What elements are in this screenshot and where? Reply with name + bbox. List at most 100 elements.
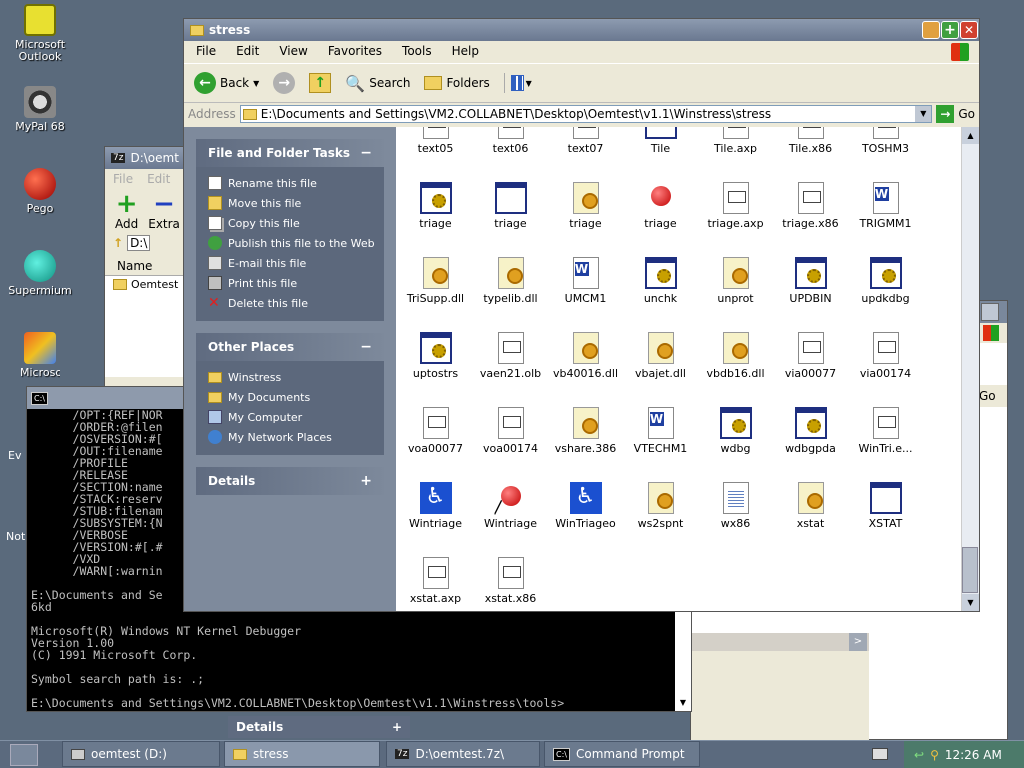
- place-my-network[interactable]: My Network Places: [208, 427, 384, 447]
- scroll-right-button[interactable]: >: [849, 633, 867, 651]
- file-item[interactable]: triage: [623, 182, 698, 230]
- 7zip-window[interactable]: 7z D:\oemt File Edit + Add − Extra ↑ D:\…: [104, 146, 188, 390]
- task-publish[interactable]: Publish this file to the Web: [208, 233, 384, 253]
- details-header[interactable]: Details +: [196, 467, 384, 495]
- file-item[interactable]: unchk: [623, 257, 698, 305]
- 7zip-menu-edit[interactable]: Edit: [147, 172, 170, 186]
- file-item[interactable]: TriSupp.dll: [398, 257, 473, 305]
- file-item[interactable]: uptostrs: [398, 332, 473, 380]
- views-button[interactable]: ▼: [503, 73, 532, 93]
- background-details-header[interactable]: Details +: [228, 716, 410, 738]
- 7zip-window-titlebar[interactable]: 7z D:\oemt: [105, 147, 187, 169]
- desktop-icon-mypal[interactable]: MyPal 68: [0, 86, 80, 133]
- explorer-titlebar[interactable]: stress + ✕: [184, 19, 979, 41]
- place-my-computer[interactable]: My Computer: [208, 407, 384, 427]
- file-item[interactable]: UPDBIN: [773, 257, 848, 305]
- file-item[interactable]: ws2spnt: [623, 482, 698, 530]
- minimize-button[interactable]: [922, 21, 940, 39]
- task-copy[interactable]: Copy this file: [208, 213, 384, 233]
- file-item[interactable]: triage.x86: [773, 182, 848, 230]
- desktop-icon-pego[interactable]: Pego: [0, 168, 80, 215]
- search-tray-icon[interactable]: ⚲: [930, 748, 939, 762]
- menu-edit[interactable]: Edit: [236, 44, 259, 60]
- desktop-icon-microsoft-visual[interactable]: Microsoft Visu: [0, 332, 80, 379]
- menu-tools[interactable]: Tools: [402, 44, 432, 60]
- task-print[interactable]: Print this file: [208, 273, 384, 293]
- file-item[interactable]: text06: [473, 127, 548, 155]
- file-item[interactable]: Tile: [623, 127, 698, 155]
- file-item[interactable]: xstat.x86: [473, 557, 548, 605]
- scroll-up-button[interactable]: ▲: [962, 127, 979, 144]
- other-places-header[interactable]: Other Places −: [196, 333, 384, 361]
- task-rename[interactable]: Rename this file: [208, 173, 384, 193]
- menu-help[interactable]: Help: [452, 44, 479, 60]
- taskbar-button-cmd[interactable]: C:\ Command Prompt: [544, 741, 700, 767]
- 7zip-menu-file[interactable]: File: [113, 172, 133, 186]
- background-window-hscroll[interactable]: [691, 633, 869, 651]
- desktop-icon-supermium[interactable]: Supermium: [0, 250, 80, 297]
- file-item[interactable]: TOSHM3: [848, 127, 923, 155]
- network-tray-icon[interactable]: ↩: [914, 748, 924, 762]
- file-item[interactable]: TRIGMM1: [848, 182, 923, 230]
- file-item[interactable]: triage: [548, 182, 623, 230]
- file-item[interactable]: unprot: [698, 257, 773, 305]
- file-folder-tasks-header[interactable]: File and Folder Tasks −: [196, 139, 384, 167]
- 7zip-add-button[interactable]: + Add: [115, 191, 138, 231]
- collapse-icon[interactable]: −: [360, 145, 372, 161]
- scroll-down-button[interactable]: ▼: [675, 695, 691, 711]
- back-button[interactable]: ← Back ▼: [194, 72, 259, 94]
- file-item[interactable]: XSTAT: [848, 482, 923, 530]
- go-button[interactable]: → Go: [936, 105, 975, 123]
- 7zip-extract-button[interactable]: − Extra: [148, 191, 180, 231]
- file-item[interactable]: via00174: [848, 332, 923, 380]
- taskbar-button-oemtest[interactable]: oemtest (D:): [62, 741, 220, 767]
- scroll-thumb[interactable]: [962, 547, 978, 593]
- file-item[interactable]: vshare.386: [548, 407, 623, 455]
- close-button[interactable]: ✕: [960, 21, 978, 39]
- file-item[interactable]: xstat.axp: [398, 557, 473, 605]
- taskbar-button-7zip[interactable]: 7z D:\oemtest.7z\: [386, 741, 540, 767]
- collapse-icon[interactable]: −: [360, 339, 372, 355]
- file-item[interactable]: text07: [548, 127, 623, 155]
- keyboard-icon[interactable]: [872, 748, 888, 760]
- file-item[interactable]: VTECHM1: [623, 407, 698, 455]
- menu-view[interactable]: View: [279, 44, 307, 60]
- file-item[interactable]: triage: [473, 182, 548, 230]
- background-window-go-button[interactable]: Go: [977, 385, 1007, 407]
- file-item[interactable]: vaen21.olb: [473, 332, 548, 380]
- up-folder-icon[interactable]: ↑: [309, 73, 332, 93]
- address-dropdown-button[interactable]: ▼: [915, 106, 932, 122]
- 7zip-path-bar[interactable]: ↑ D:\: [105, 233, 187, 253]
- file-item[interactable]: WinTriageo: [548, 482, 623, 530]
- 7zip-row[interactable]: Oemtest: [105, 276, 187, 293]
- task-delete[interactable]: ✕ Delete this file: [208, 293, 384, 313]
- file-item[interactable]: updkdbg: [848, 257, 923, 305]
- search-button[interactable]: 🔍 Search: [345, 74, 410, 93]
- expand-icon[interactable]: +: [360, 473, 372, 489]
- file-item[interactable]: vbdb16.dll: [698, 332, 773, 380]
- expand-icon[interactable]: +: [392, 720, 402, 734]
- file-item[interactable]: typelib.dll: [473, 257, 548, 305]
- 7zip-column-name[interactable]: Name: [105, 257, 187, 276]
- chevron-down-icon[interactable]: ▼: [253, 79, 259, 88]
- file-item[interactable]: UMCM1: [548, 257, 623, 305]
- place-my-documents[interactable]: My Documents: [208, 387, 384, 407]
- file-item[interactable]: Wintriage: [473, 482, 548, 530]
- menu-file[interactable]: File: [196, 44, 216, 60]
- start-button[interactable]: [10, 744, 38, 766]
- up-folder-icon[interactable]: ↑: [113, 236, 123, 250]
- task-email[interactable]: E-mail this file: [208, 253, 384, 273]
- file-item[interactable]: vb40016.dll: [548, 332, 623, 380]
- file-item[interactable]: wdbg: [698, 407, 773, 455]
- file-item[interactable]: Wintriage: [398, 482, 473, 530]
- desktop-icon-outlook[interactable]: Microsoft Outlook: [0, 4, 80, 63]
- file-item[interactable]: voa00174: [473, 407, 548, 455]
- explorer-window[interactable]: stress + ✕ File Edit View Favorites Tool…: [183, 18, 980, 612]
- menu-favorites[interactable]: Favorites: [328, 44, 382, 60]
- file-item[interactable]: xstat: [773, 482, 848, 530]
- folders-button[interactable]: Folders: [424, 76, 490, 90]
- file-item[interactable]: triage.axp: [698, 182, 773, 230]
- scroll-down-button[interactable]: ▼: [962, 594, 979, 611]
- forward-arrow-icon[interactable]: →: [273, 72, 296, 94]
- file-item[interactable]: via00077: [773, 332, 848, 380]
